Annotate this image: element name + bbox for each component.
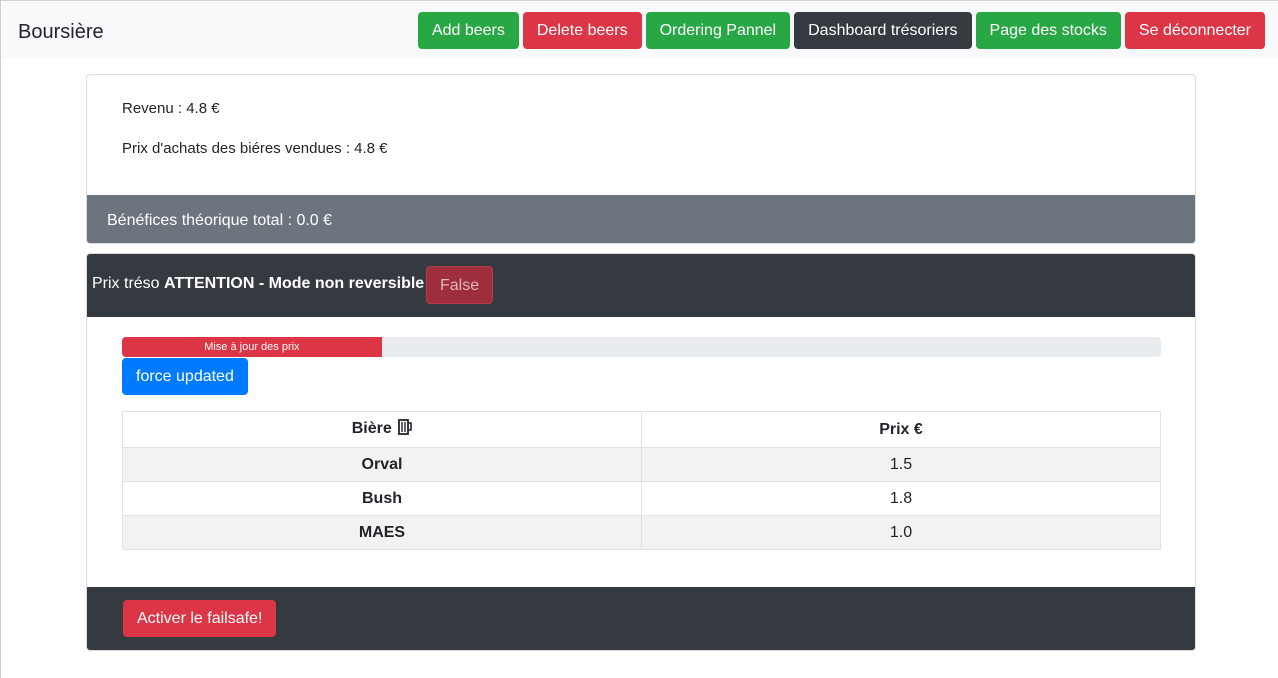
nav-button-group: Add beers Delete beers Ordering Pannel D… (417, 12, 1265, 49)
beer-price-cell: 1.5 (641, 447, 1161, 482)
treso-header: Prix tréso ATTENTION - Mode non reversib… (87, 254, 1195, 317)
beer-name-cell: Bush (122, 481, 642, 516)
column-header-price: Prix € (641, 411, 1161, 448)
add-beers-button[interactable]: Add beers (417, 12, 519, 49)
app-window: Boursière Add beers Delete beers Orderin… (0, 0, 1278, 678)
beer-name-cell: MAES (122, 515, 642, 550)
profit-footer: Bénéfices théorique total : 0.0 € (87, 195, 1195, 243)
purchase-cost-text: Prix d'achats des biéres vendues : 4.8 € (122, 140, 388, 157)
stock-page-button[interactable]: Page des stocks (975, 12, 1121, 49)
activate-failsafe-button[interactable]: Activer le failsafe! (123, 600, 277, 637)
treso-warning-text: ATTENTION - Mode non reversible (164, 275, 425, 292)
revenue-text: Revenu : 4.8 € (122, 100, 220, 117)
treso-header-text: Prix tréso ATTENTION - Mode non reversib… (92, 274, 424, 294)
logout-button[interactable]: Se déconnecter (1124, 12, 1265, 49)
price-update-progress-bar: Mise à jour des prix (122, 337, 382, 357)
price-update-progress: Mise à jour des prix (122, 337, 1161, 357)
table-row: Orval 1.5 (122, 447, 1161, 482)
force-update-button[interactable]: force updated (122, 358, 248, 395)
failsafe-footer: Activer le failsafe! (87, 587, 1195, 650)
column-header-beer: Bière (122, 411, 642, 448)
beer-mug-icon (398, 419, 413, 440)
table-header-row: Bière Prix € (122, 411, 1161, 448)
beer-name-cell: Orval (122, 447, 642, 482)
dashboard-tresoriers-button[interactable]: Dashboard trésoriers (794, 12, 972, 49)
beer-price-cell: 1.0 (641, 515, 1161, 550)
navbar: Boursière Add beers Delete beers Orderin… (2, 2, 1278, 58)
beer-price-table: Bière Prix € Orval 1.5 Bush 1.8 MAES 1.0 (122, 411, 1161, 550)
table-row: Bush 1.8 (122, 481, 1161, 516)
revenue-card: Revenu : 4.8 € Prix d'achats des biéres … (86, 74, 1196, 244)
mode-toggle-button[interactable]: False (426, 266, 494, 304)
ordering-panel-button[interactable]: Ordering Pannel (645, 12, 791, 49)
beer-price-cell: 1.8 (641, 481, 1161, 516)
table-row: MAES 1.0 (122, 515, 1161, 550)
treso-header-prefix: Prix tréso (92, 275, 160, 292)
treso-price-card: Prix tréso ATTENTION - Mode non reversib… (86, 253, 1196, 651)
delete-beers-button[interactable]: Delete beers (522, 12, 642, 49)
brand-title[interactable]: Boursière (18, 20, 104, 44)
